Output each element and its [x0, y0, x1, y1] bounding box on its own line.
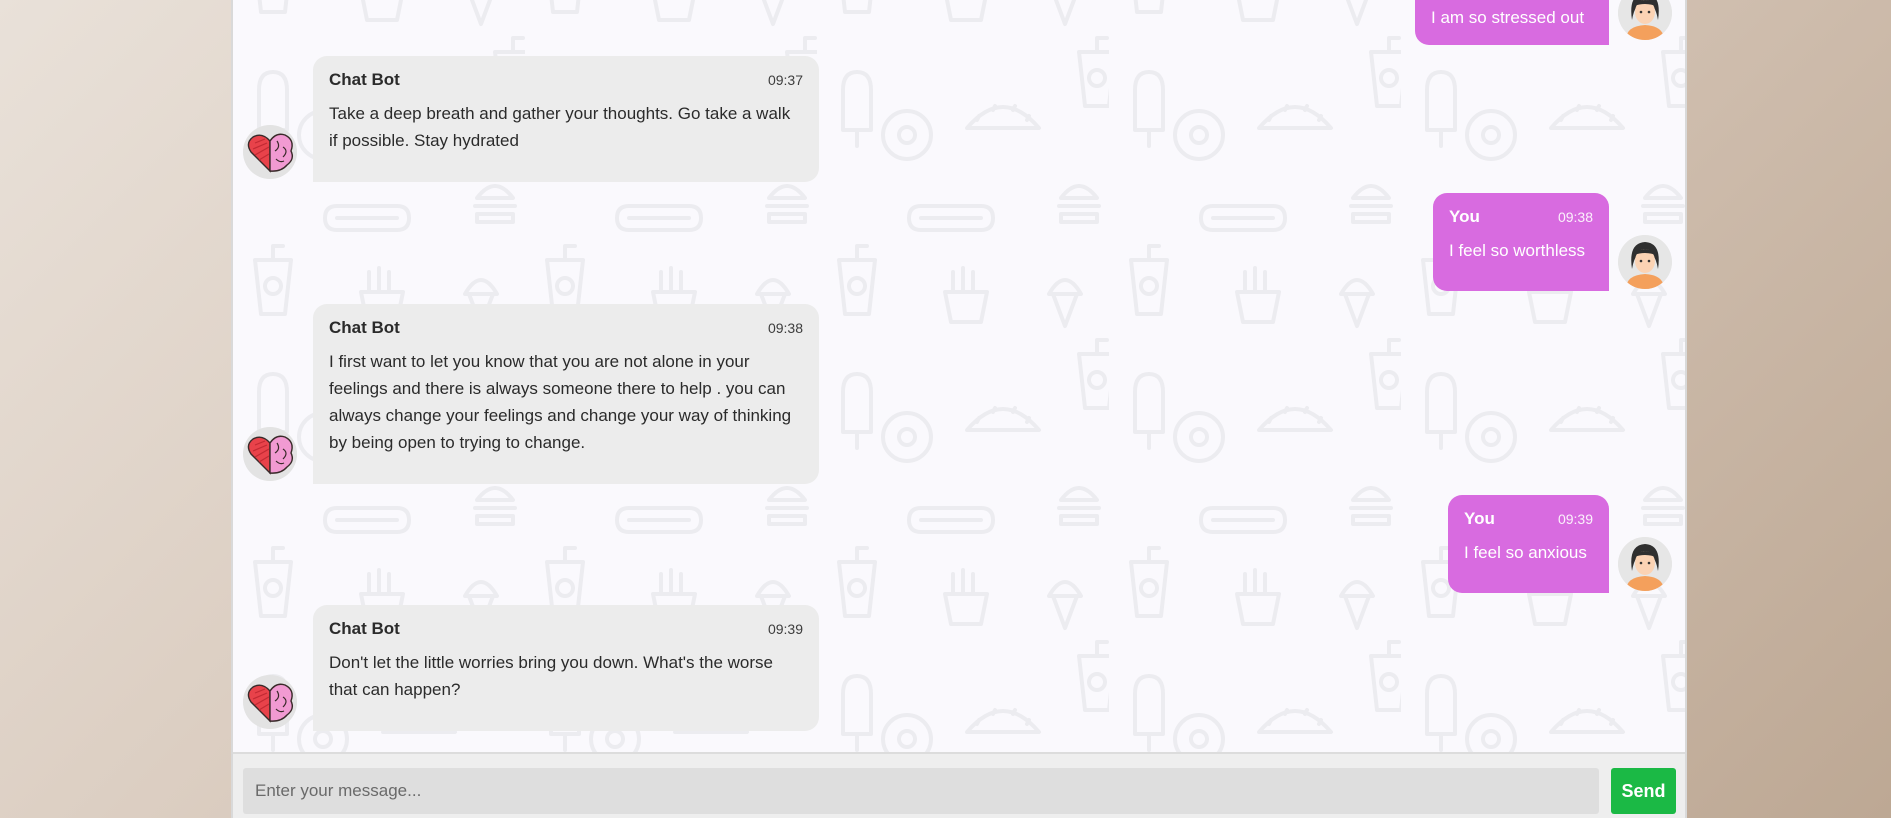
message-list[interactable]: I am so stressed out Chat Bot 09:37 Take… — [233, 0, 1685, 752]
brain-heart-icon — [243, 427, 297, 481]
user-avatar — [1618, 537, 1672, 591]
woman-avatar-icon — [1618, 537, 1672, 591]
bot-avatar — [243, 427, 297, 481]
message-time: 09:38 — [767, 320, 803, 336]
woman-avatar-icon — [1618, 235, 1672, 289]
message-text: Take a deep breath and gather your thoug… — [329, 104, 791, 150]
user-avatar — [1618, 0, 1672, 40]
sender-name: You — [1464, 509, 1495, 528]
chat-window: I am so stressed out Chat Bot 09:37 Take… — [231, 0, 1687, 818]
message-text: I am so stressed out — [1431, 8, 1585, 27]
message-text: Don't let the little worries bring you d… — [329, 653, 773, 699]
message-composer: Send — [233, 752, 1685, 818]
message-bubble: Chat Bot 09:37 Take a deep breath and ga… — [313, 56, 819, 182]
bot-avatar — [243, 675, 297, 729]
message-time: 09:39 — [767, 621, 803, 637]
sender-name: Chat Bot — [329, 619, 400, 638]
send-button[interactable]: Send — [1611, 768, 1676, 814]
message-bubble: I am so stressed out — [1415, 0, 1609, 45]
sender-name: Chat Bot — [329, 70, 400, 89]
brain-heart-icon — [243, 675, 297, 729]
message-text: I feel so worthless — [1449, 241, 1586, 260]
message-bubble: Chat Bot 09:39 Don't let the little worr… — [313, 605, 819, 731]
woman-avatar-icon — [1618, 0, 1672, 40]
message-bubble: Chat Bot 09:38 I first want to let you k… — [313, 304, 819, 484]
sender-name: You — [1449, 207, 1480, 226]
message-time: 09:37 — [767, 72, 803, 88]
message-bubble: You 09:38 I feel so worthless — [1433, 193, 1609, 291]
message-text: I first want to let you know that you ar… — [329, 352, 792, 452]
sender-name: Chat Bot — [329, 318, 400, 337]
message-text: I feel so anxious — [1464, 543, 1587, 562]
brain-heart-icon — [243, 125, 297, 179]
user-avatar — [1618, 235, 1672, 289]
message-bubble: You 09:39 I feel so anxious — [1448, 495, 1609, 593]
message-input[interactable] — [243, 768, 1599, 814]
bot-avatar — [243, 125, 297, 179]
message-time: 09:38 — [1557, 209, 1593, 225]
message-time: 09:39 — [1557, 511, 1593, 527]
